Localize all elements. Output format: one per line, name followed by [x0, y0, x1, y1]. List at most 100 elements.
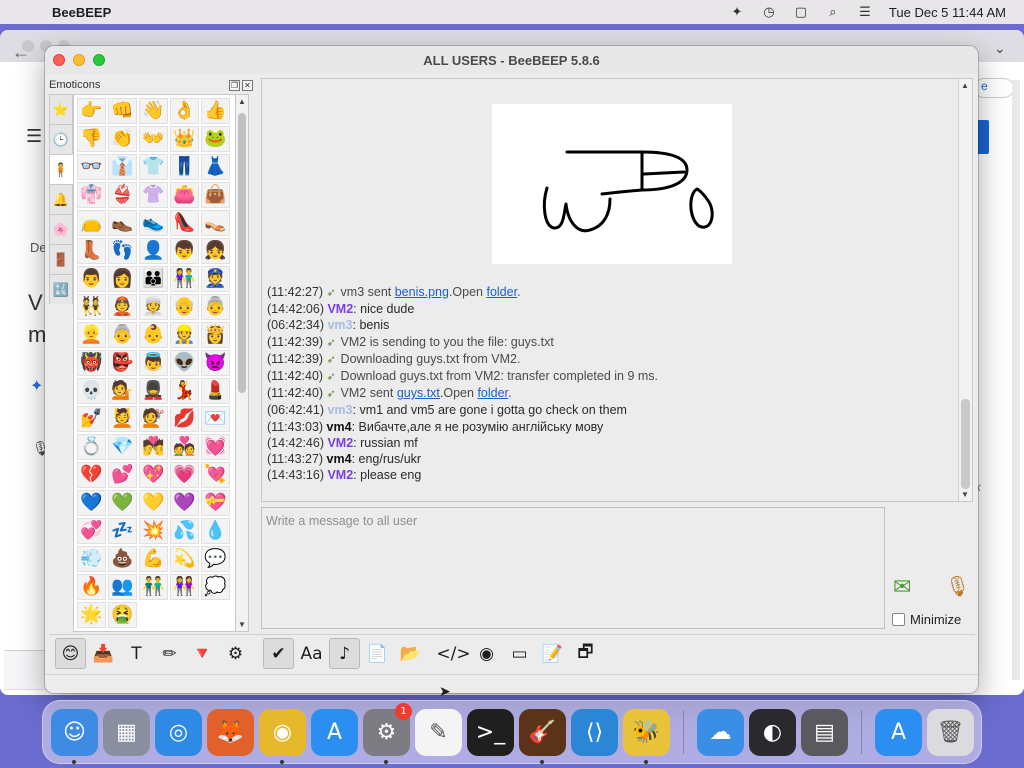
- emoticon-cell[interactable]: 👛: [170, 182, 199, 208]
- emoticon-tab-2[interactable]: 🧍: [49, 154, 73, 184]
- filter-button[interactable]: 🔻: [187, 638, 218, 669]
- emoticon-cell[interactable]: 💀: [77, 378, 106, 404]
- emoticon-cell[interactable]: 👬: [139, 574, 168, 600]
- emoticon-cell[interactable]: 💤: [108, 518, 137, 544]
- chat-scroll-thumb[interactable]: [961, 399, 970, 489]
- dock-garageband-icon[interactable]: 🎸: [519, 708, 566, 764]
- emoticon-cell[interactable]: 👚: [139, 182, 168, 208]
- emoticon-tab-0[interactable]: ⭐: [49, 94, 73, 124]
- message-input[interactable]: Write a message to all user: [261, 507, 885, 629]
- emoticon-cell[interactable]: 💙: [77, 490, 106, 516]
- emoticon-cell[interactable]: 🌟: [77, 602, 106, 628]
- emoticon-cell[interactable]: 👺: [108, 350, 137, 376]
- emoticon-cell[interactable]: 👟: [139, 210, 168, 236]
- file-link[interactable]: benis.png: [395, 285, 449, 299]
- emoticon-cell[interactable]: 👮: [201, 266, 230, 292]
- dock-firefox-icon[interactable]: 🦊: [207, 708, 254, 756]
- emoticon-cell[interactable]: 💪: [139, 546, 168, 572]
- emoticon-cell[interactable]: 👵: [201, 294, 230, 320]
- dock-trash-icon[interactable]: 🗑: [927, 708, 974, 756]
- emoticon-cell[interactable]: 💂: [139, 378, 168, 404]
- emoticon-cell[interactable]: 👤: [139, 238, 168, 264]
- emoticon-tab-6[interactable]: 🔣: [49, 274, 73, 304]
- emoticon-cell[interactable]: 💓: [201, 434, 230, 460]
- emoticon-cell[interactable]: 💩: [108, 546, 137, 572]
- emoticon-cell[interactable]: 💗: [170, 462, 199, 488]
- close-button[interactable]: [53, 54, 65, 66]
- emoticon-cell[interactable]: 💆: [108, 406, 137, 432]
- dock-launchpad-icon[interactable]: ▦: [103, 708, 150, 756]
- emoticon-cell[interactable]: 👜: [201, 182, 230, 208]
- emoticon-cell[interactable]: 👊: [108, 98, 137, 124]
- emoticon-tab-3[interactable]: 🔔: [49, 184, 73, 214]
- emoticon-cell[interactable]: 👎: [77, 126, 106, 152]
- dock-system-settings-icon[interactable]: ⚙ 1: [363, 702, 412, 764]
- emoticon-cell[interactable]: 👘: [77, 182, 106, 208]
- scroll-thumb[interactable]: [238, 113, 246, 393]
- emoticon-tab-1[interactable]: 🕒: [49, 124, 73, 154]
- browser-menu-icon[interactable]: ☰: [26, 126, 42, 147]
- scroll-up-icon[interactable]: ▲: [238, 97, 246, 106]
- emoticon-cell[interactable]: 👷: [170, 322, 199, 348]
- control-center-icon[interactable]: ☰: [857, 4, 873, 19]
- dock-textedit-icon[interactable]: ✎: [415, 708, 462, 756]
- emoticon-cell[interactable]: 👗: [201, 154, 230, 180]
- emoticon-cell[interactable]: 👍: [201, 98, 230, 124]
- emoticon-tab-5[interactable]: 🚪: [49, 244, 73, 274]
- minimize-button[interactable]: [73, 54, 85, 66]
- emoticon-cell[interactable]: 💇: [139, 406, 168, 432]
- close-panel-icon[interactable]: ✕: [242, 79, 253, 91]
- emoticon-cell[interactable]: 👱: [77, 322, 106, 348]
- emoticon-cell[interactable]: 👠: [170, 210, 199, 236]
- open-folder-link[interactable]: folder: [486, 285, 517, 299]
- dock-vscode-icon[interactable]: ⟨⟩: [571, 708, 618, 756]
- emoticon-cell[interactable]: 👓: [77, 154, 106, 180]
- file-link[interactable]: guys.txt: [397, 386, 440, 400]
- emoticon-cell[interactable]: 👽: [170, 350, 199, 376]
- emoticon-cell[interactable]: 👦: [170, 238, 199, 264]
- emoticon-cell[interactable]: 💦: [170, 518, 199, 544]
- html-button[interactable]: </>: [436, 638, 470, 669]
- emoticon-cell[interactable]: 💋: [170, 406, 199, 432]
- emoticon-cell[interactable]: 💔: [77, 462, 106, 488]
- send-folder-button[interactable]: 📂: [395, 638, 426, 669]
- emoticon-cell[interactable]: 💝: [201, 490, 230, 516]
- dock-calculator-icon[interactable]: ▤: [801, 708, 848, 756]
- emoticon-tab-4[interactable]: 🌸: [49, 214, 73, 244]
- received-image[interactable]: [492, 104, 732, 264]
- open-folder-link[interactable]: folder: [477, 386, 508, 400]
- emoticon-cell[interactable]: 👞: [108, 210, 137, 236]
- emoticon-cell[interactable]: 💃: [170, 378, 199, 404]
- dock-terminal-icon[interactable]: >_: [467, 708, 514, 756]
- emoticon-cell[interactable]: 💁: [108, 378, 137, 404]
- sound-button[interactable]: ♪: [329, 638, 360, 669]
- minimize-checkbox-box[interactable]: [892, 613, 905, 626]
- emoticon-cell[interactable]: 👐: [139, 126, 168, 152]
- chat-scrollbar[interactable]: ▲ ▼: [958, 79, 972, 501]
- save-chat-button[interactable]: 📄: [362, 638, 393, 669]
- emoticon-cell[interactable]: 💅: [77, 406, 106, 432]
- emoticon-cell[interactable]: 💬: [201, 546, 230, 572]
- emoticon-cell[interactable]: 💛: [139, 490, 168, 516]
- emoticon-cell[interactable]: 👯: [77, 294, 106, 320]
- notes-button[interactable]: 📝: [537, 638, 568, 669]
- emoticon-cell[interactable]: 👩: [108, 266, 137, 292]
- emoticon-cell[interactable]: 🐸: [201, 126, 230, 152]
- dock-safari-icon[interactable]: ◎: [155, 708, 202, 756]
- emoticon-cell[interactable]: 👝: [77, 210, 106, 236]
- emoticon-cell[interactable]: 👶: [139, 322, 168, 348]
- emoticon-cell[interactable]: 👳: [139, 294, 168, 320]
- dock-app-store-2-icon[interactable]: A: [875, 708, 922, 756]
- emoticon-cell[interactable]: 👔: [108, 154, 137, 180]
- browser-pill[interactable]: e: [974, 78, 1014, 98]
- browser-back-icon[interactable]: ←: [12, 42, 30, 63]
- emoticon-cell[interactable]: 💨: [77, 546, 106, 572]
- emoticon-cell[interactable]: 💞: [77, 518, 106, 544]
- dock-chrome-icon[interactable]: ◉: [259, 708, 306, 764]
- emoticon-cell[interactable]: 👹: [77, 350, 106, 376]
- emoticon-cell[interactable]: 👨: [77, 266, 106, 292]
- chat-scroll-up-icon[interactable]: ▲: [961, 81, 969, 90]
- emoticon-cell[interactable]: 👋: [139, 98, 168, 124]
- emoticon-cell[interactable]: 👼: [139, 350, 168, 376]
- emoticon-cell[interactable]: 💭: [201, 574, 230, 600]
